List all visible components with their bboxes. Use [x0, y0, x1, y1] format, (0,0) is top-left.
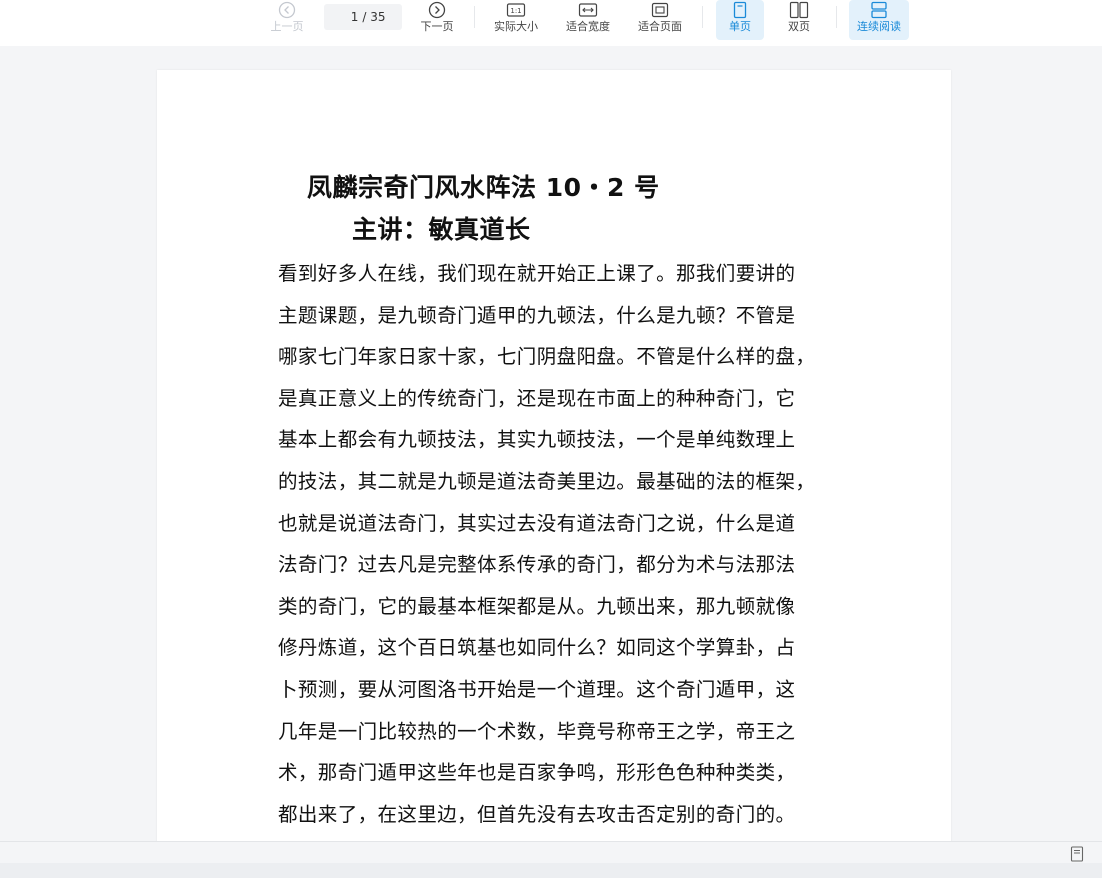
text-line: 的技法，其二就是九顿是道法奇美里边。最基础的法的框架，	[278, 469, 816, 493]
fit-width-icon	[576, 0, 600, 20]
toolbar-divider	[702, 6, 703, 28]
double-page-label: 双页	[788, 20, 810, 33]
text-line: 都出来了，在这里边，但首先没有去攻击否定别的奇门的。	[278, 802, 796, 826]
prev-page-button[interactable]: 上一页	[266, 0, 308, 40]
actual-size-label: 实际大小	[494, 20, 538, 33]
prev-page-label: 上一页	[270, 20, 304, 33]
double-page-icon	[787, 0, 811, 20]
toolbar-divider	[474, 6, 475, 28]
continuous-reading-label: 连续阅读	[857, 20, 901, 33]
text-line: 看到好多人在线，我们现在就开始正上课了。那我们要讲的	[278, 262, 796, 285]
document-page: 凤麟宗奇门风水阵法 10・2 号 主讲：敏真道长 看到好多人在线，我们现在就开始…	[157, 70, 951, 870]
page-number-input[interactable]: 1 / 35	[324, 4, 402, 30]
document-body: 看到好多人在线，我们现在就开始正上课了。那我们要讲的 主题课题，是九顿奇门遁甲的…	[278, 260, 848, 842]
total-pages: / 35	[362, 10, 386, 24]
text-line: 也就是说道法奇门，其实过去没有道法奇门之说，什么是道	[278, 511, 796, 535]
fit-page-icon	[648, 0, 672, 20]
actual-size-button[interactable]: 1:1 实际大小	[490, 0, 542, 40]
next-page-label: 下一页	[420, 20, 454, 33]
text-line: 法奇门？过去凡是完整体系传承的奇门，都分为术与法那法	[278, 553, 796, 577]
single-page-button[interactable]: 单页	[716, 0, 764, 40]
current-page: 1	[350, 10, 359, 24]
text-line: 主题课题，是九顿奇门遁甲的九顿法，什么是九顿？不管是	[278, 303, 796, 327]
chevron-right-circle-icon	[425, 0, 449, 20]
single-page-icon	[728, 0, 752, 20]
continuous-reading-button[interactable]: 连续阅读	[849, 0, 909, 40]
text-line: 类的奇门，它的最基本框架都是从。九顿出来，那九顿就像	[278, 594, 796, 618]
continuous-scroll-icon	[867, 0, 891, 20]
chevron-left-circle-icon	[275, 0, 299, 20]
document-title: 凤麟宗奇门风水阵法 10・2 号	[307, 173, 660, 202]
text-line: 术，那奇门遁甲这些年也是百家争鸣，形形色色种种类类，	[278, 761, 796, 785]
fit-page-label: 适合页面	[638, 20, 682, 33]
text-line: 几年是一门比较热的一个术数，毕竟号称帝王之学，帝王之	[278, 719, 796, 743]
toolbar-divider	[836, 6, 837, 28]
next-page-button[interactable]: 下一页	[416, 0, 458, 40]
text-line: 哪家七门年家日家十家，七门阴盘阳盘。不管是什么样的盘，	[278, 345, 816, 369]
text-line: 基本上都会有九顿技法，其实九顿技法，一个是单纯数理上	[278, 428, 796, 452]
fit-width-button[interactable]: 适合宽度	[562, 0, 614, 40]
text-line: 卜预测，要从河图洛书开始是一个道理。这个奇门遁甲，这	[278, 677, 796, 701]
actual-size-icon: 1:1	[504, 0, 528, 20]
document-subtitle: 主讲：敏真道长	[352, 215, 531, 244]
status-bar	[0, 841, 1102, 864]
single-page-label: 单页	[729, 20, 751, 33]
text-line: 修丹炼道，这个百日筑基也如同什么？如同这个学算卦，占	[278, 636, 796, 660]
fit-width-label: 适合宽度	[566, 20, 610, 33]
double-page-button[interactable]: 双页	[778, 0, 820, 40]
svg-text:1:1: 1:1	[510, 7, 521, 15]
fit-page-button[interactable]: 适合页面	[634, 0, 686, 40]
bottom-edge	[0, 863, 1102, 878]
toolbar: 上一页 1 / 35 下一页 1:1 实际大小 适合宽度 适合页面 单页 双页 …	[0, 0, 1102, 46]
text-line: 是真正意义上的传统奇门，还是现在市面上的种种奇门，它	[278, 386, 796, 410]
